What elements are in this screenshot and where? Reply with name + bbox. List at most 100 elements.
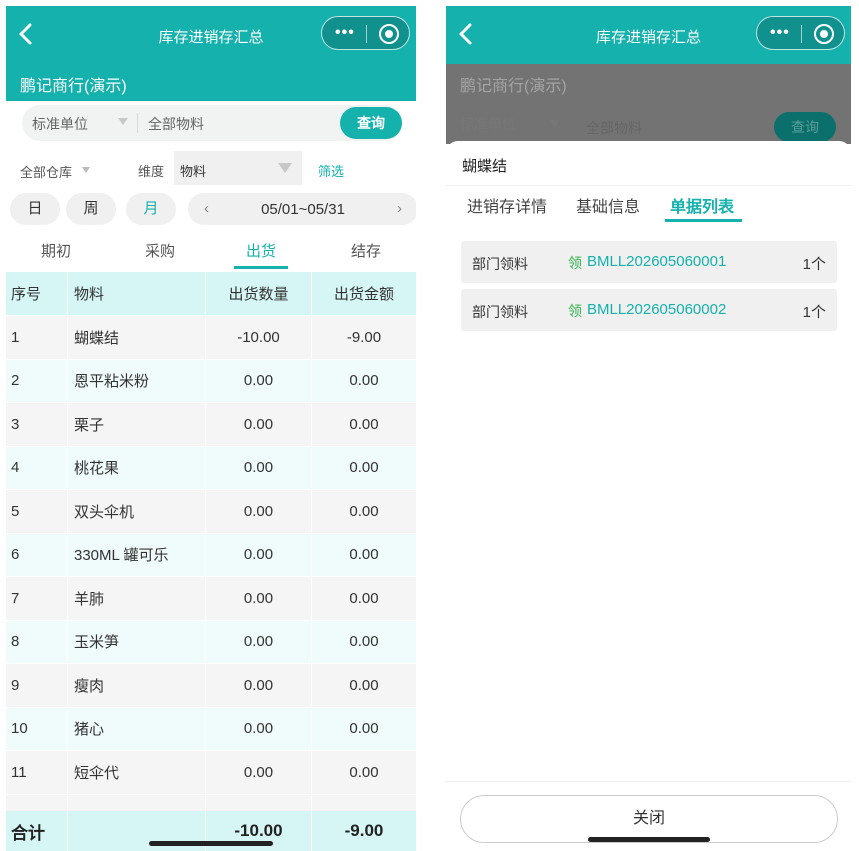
row-qty: 0.00 (206, 359, 312, 402)
row-qty: 0.00 (206, 664, 312, 707)
tab-basic-info[interactable]: 基础信息 (576, 193, 640, 217)
caret-down-icon (82, 167, 90, 173)
dimension-label: 维度 (138, 164, 165, 179)
document-item[interactable]: 部门领料 领 BMLL202605060001 1个 (461, 241, 837, 283)
filter-link[interactable]: 筛选 (318, 161, 344, 180)
header-index: 序号 (6, 272, 68, 315)
row-amount: 0.00 (349, 502, 379, 520)
sheet-title: 蝴蝶结 (462, 158, 508, 175)
warehouse-select[interactable]: 全部仓库 (20, 162, 72, 181)
document-qty: 1个 (802, 256, 826, 273)
row-qty: 0.00 (206, 707, 312, 750)
tab-inventory-detail[interactable]: 进销存详情 (467, 193, 547, 217)
unit-select: 标准单位 (460, 116, 516, 132)
date-range: ‹ 05/01~05/31 › (188, 193, 416, 225)
row-index: 5 (6, 490, 68, 533)
row-material: 栗子 (68, 403, 206, 446)
header-qty: 出货数量 (206, 272, 312, 315)
row-amount: 0.00 (349, 676, 379, 694)
chevron-right-icon[interactable]: › (397, 200, 402, 217)
row-index: 3 (6, 403, 68, 446)
document-qty: 1个 (802, 304, 826, 321)
period-month-button[interactable]: 月 (126, 193, 176, 225)
row-amount: 0.00 (349, 720, 379, 738)
tab-underline (234, 266, 288, 269)
caret-down-icon (118, 118, 128, 125)
period-day-button[interactable]: 日 (10, 193, 60, 225)
table-row[interactable]: 9 瘦肉 0.00 0.00 (6, 664, 416, 708)
total-label: 合计 (6, 811, 68, 851)
filter-row: 全部仓库 维度 物料 筛选 (6, 149, 416, 187)
close-button[interactable]: 关闭 (460, 795, 838, 843)
row-material: 蝴蝶结 (68, 316, 206, 359)
more-dots-icon[interactable]: ••• (770, 25, 790, 41)
tab-shipment[interactable]: 出货 (211, 240, 311, 261)
table-row[interactable]: 8 玉米笋 0.00 0.00 (6, 620, 416, 664)
query-button[interactable]: 查询 (340, 107, 402, 139)
summary-table: 序号 物料 出货数量 出货金额 1 蝴蝶结 -10.00 -9.00 2 恩平粘米粉 0.0… (6, 272, 416, 817)
tab-opening[interactable]: 期初 (6, 240, 106, 261)
row-amount: 0.00 (349, 546, 379, 564)
row-amount: 0.00 (349, 763, 379, 781)
row-index: 10 (6, 707, 68, 750)
tab-purchase[interactable]: 采购 (110, 240, 210, 261)
material-search-input: 全部物料 (586, 120, 642, 136)
material-search-input[interactable]: 全部物料 (148, 114, 204, 134)
table-row[interactable]: 10 猪心 0.00 0.00 (6, 707, 416, 751)
table-row[interactable]: 5 双头伞机 0.00 0.00 (6, 490, 416, 534)
row-qty: 0.00 (206, 446, 312, 489)
caret-down-icon (550, 120, 560, 127)
row-amount: -9.00 (346, 328, 382, 346)
row-qty: 0.00 (206, 751, 312, 794)
row-qty: 0.00 (206, 490, 312, 533)
row-material: 羊肺 (68, 577, 206, 620)
total-amount: -9.00 (344, 821, 384, 840)
divider (446, 781, 851, 782)
tab-underline (665, 219, 742, 222)
table-row[interactable]: 1 蝴蝶结 -10.00 -9.00 (6, 316, 416, 360)
type-tabs: 期初 采购 出货 结存 (6, 234, 416, 272)
document-type: 部门领料 (472, 304, 528, 320)
row-index: 9 (6, 664, 68, 707)
row-material: 短伞代 (68, 751, 206, 794)
header-material: 物料 (68, 272, 206, 315)
period-row: 日 周 月 ‹ 05/01~05/31 › (6, 193, 416, 227)
table-row[interactable]: 2 恩平粘米粉 0.00 0.00 (6, 359, 416, 403)
row-amount: 0.00 (349, 372, 379, 390)
row-qty: 0.00 (206, 403, 312, 446)
capsule-divider (366, 25, 367, 43)
more-dots-icon[interactable]: ••• (335, 25, 355, 41)
table-row[interactable]: 4 桃花果 0.00 0.00 (6, 446, 416, 490)
row-material: 猪心 (68, 707, 206, 750)
row-qty: 0.00 (206, 533, 312, 576)
table-row[interactable]: 6 330ML 罐可乐 0.00 0.00 (6, 533, 416, 577)
search-bar: 标准单位 全部物料 查询 (22, 105, 402, 141)
row-amount: 0.00 (349, 459, 379, 477)
query-button: 查询 (774, 112, 836, 142)
row-material: 瘦肉 (68, 664, 206, 707)
document-item[interactable]: 部门领料 领 BMLL202605060002 1个 (461, 289, 837, 331)
document-number[interactable]: BMLL202605060001 (587, 253, 726, 270)
table-row[interactable]: 11 短伞代 0.00 0.00 (6, 751, 416, 795)
period-week-button[interactable]: 周 (66, 193, 116, 225)
row-qty: 0.00 (206, 577, 312, 620)
dimension-select[interactable]: 物料 (174, 151, 302, 185)
row-index: 8 (6, 620, 68, 663)
tab-balance[interactable]: 结存 (316, 240, 416, 261)
table-row[interactable]: 3 栗子 0.00 0.00 (6, 403, 416, 447)
unit-select[interactable]: 标准单位 (32, 114, 88, 134)
target-circle-icon[interactable] (379, 24, 399, 44)
document-tag: 领 (568, 255, 582, 271)
target-circle-icon[interactable] (814, 24, 834, 44)
row-amount: 0.00 (349, 633, 379, 651)
left-screen: 库存进销存汇总 ••• 鹏记商行(演示) 标准单位 全部物料 查询 全部仓库 维… (6, 6, 416, 851)
document-number[interactable]: BMLL202605060002 (587, 301, 726, 318)
row-material: 玉米笋 (68, 620, 206, 663)
table-row[interactable]: 7 羊肺 0.00 0.00 (6, 577, 416, 621)
row-amount: 0.00 (349, 589, 379, 607)
search-divider (137, 113, 138, 133)
row-index: 7 (6, 577, 68, 620)
row-material: 双头伞机 (68, 490, 206, 533)
tab-document-list[interactable]: 单据列表 (670, 193, 734, 217)
home-indicator (149, 841, 273, 846)
